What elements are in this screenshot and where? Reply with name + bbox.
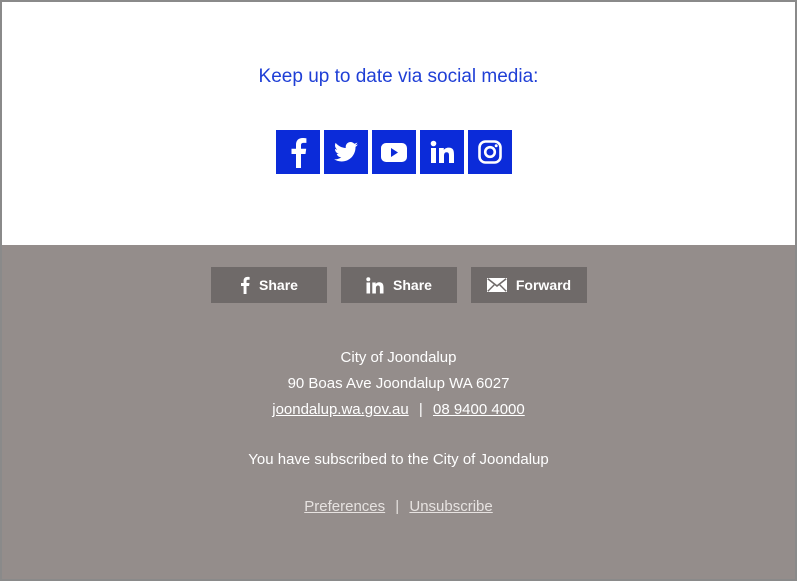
social-icons-row <box>276 130 512 174</box>
twitter-icon <box>334 142 358 162</box>
forward-button[interactable]: Forward <box>471 267 587 303</box>
footer-section: Share Share Forward City of Joondalup 90… <box>2 245 795 579</box>
org-address: 90 Boas Ave Joondalup WA 6027 <box>287 375 510 392</box>
forward-label: Forward <box>515 277 572 293</box>
facebook-share-button[interactable]: Share <box>211 267 327 303</box>
linkedin-share-button[interactable]: Share <box>341 267 457 303</box>
share-buttons-row: Share Share Forward <box>211 267 587 303</box>
contact-separator: | <box>418 401 423 418</box>
facebook-icon <box>285 136 311 168</box>
social-heading: Keep up to date via social media: <box>258 66 539 87</box>
website-link[interactable]: joondalup.wa.gov.au <box>272 401 409 418</box>
instagram-link[interactable] <box>468 130 512 174</box>
contact-line: joondalup.wa.gov.au | 08 9400 4000 <box>2 401 795 418</box>
preferences-link[interactable]: Preferences <box>304 498 385 515</box>
youtube-icon <box>381 142 407 162</box>
org-name: City of Joondalup <box>340 349 457 366</box>
twitter-link[interactable] <box>324 130 368 174</box>
facebook-link[interactable] <box>276 130 320 174</box>
subscription-links: Preferences | Unsubscribe <box>2 498 795 515</box>
subscription-text: You have subscribed to the City of Joond… <box>248 451 549 468</box>
youtube-link[interactable] <box>372 130 416 174</box>
facebook-icon <box>240 276 250 294</box>
phone-link[interactable]: 08 9400 4000 <box>433 401 525 418</box>
links-separator: | <box>395 498 400 515</box>
linkedin-icon <box>366 276 384 294</box>
email-footer-frame: Keep up to date via social media: Share … <box>0 0 797 581</box>
instagram-icon <box>478 140 502 164</box>
envelope-icon <box>486 278 507 292</box>
linkedin-share-label: Share <box>393 277 432 293</box>
social-section: Keep up to date via social media: <box>2 2 795 245</box>
linkedin-link[interactable] <box>420 130 464 174</box>
unsubscribe-link[interactable]: Unsubscribe <box>409 498 492 515</box>
linkedin-icon <box>430 140 454 164</box>
facebook-share-label: Share <box>259 277 298 293</box>
